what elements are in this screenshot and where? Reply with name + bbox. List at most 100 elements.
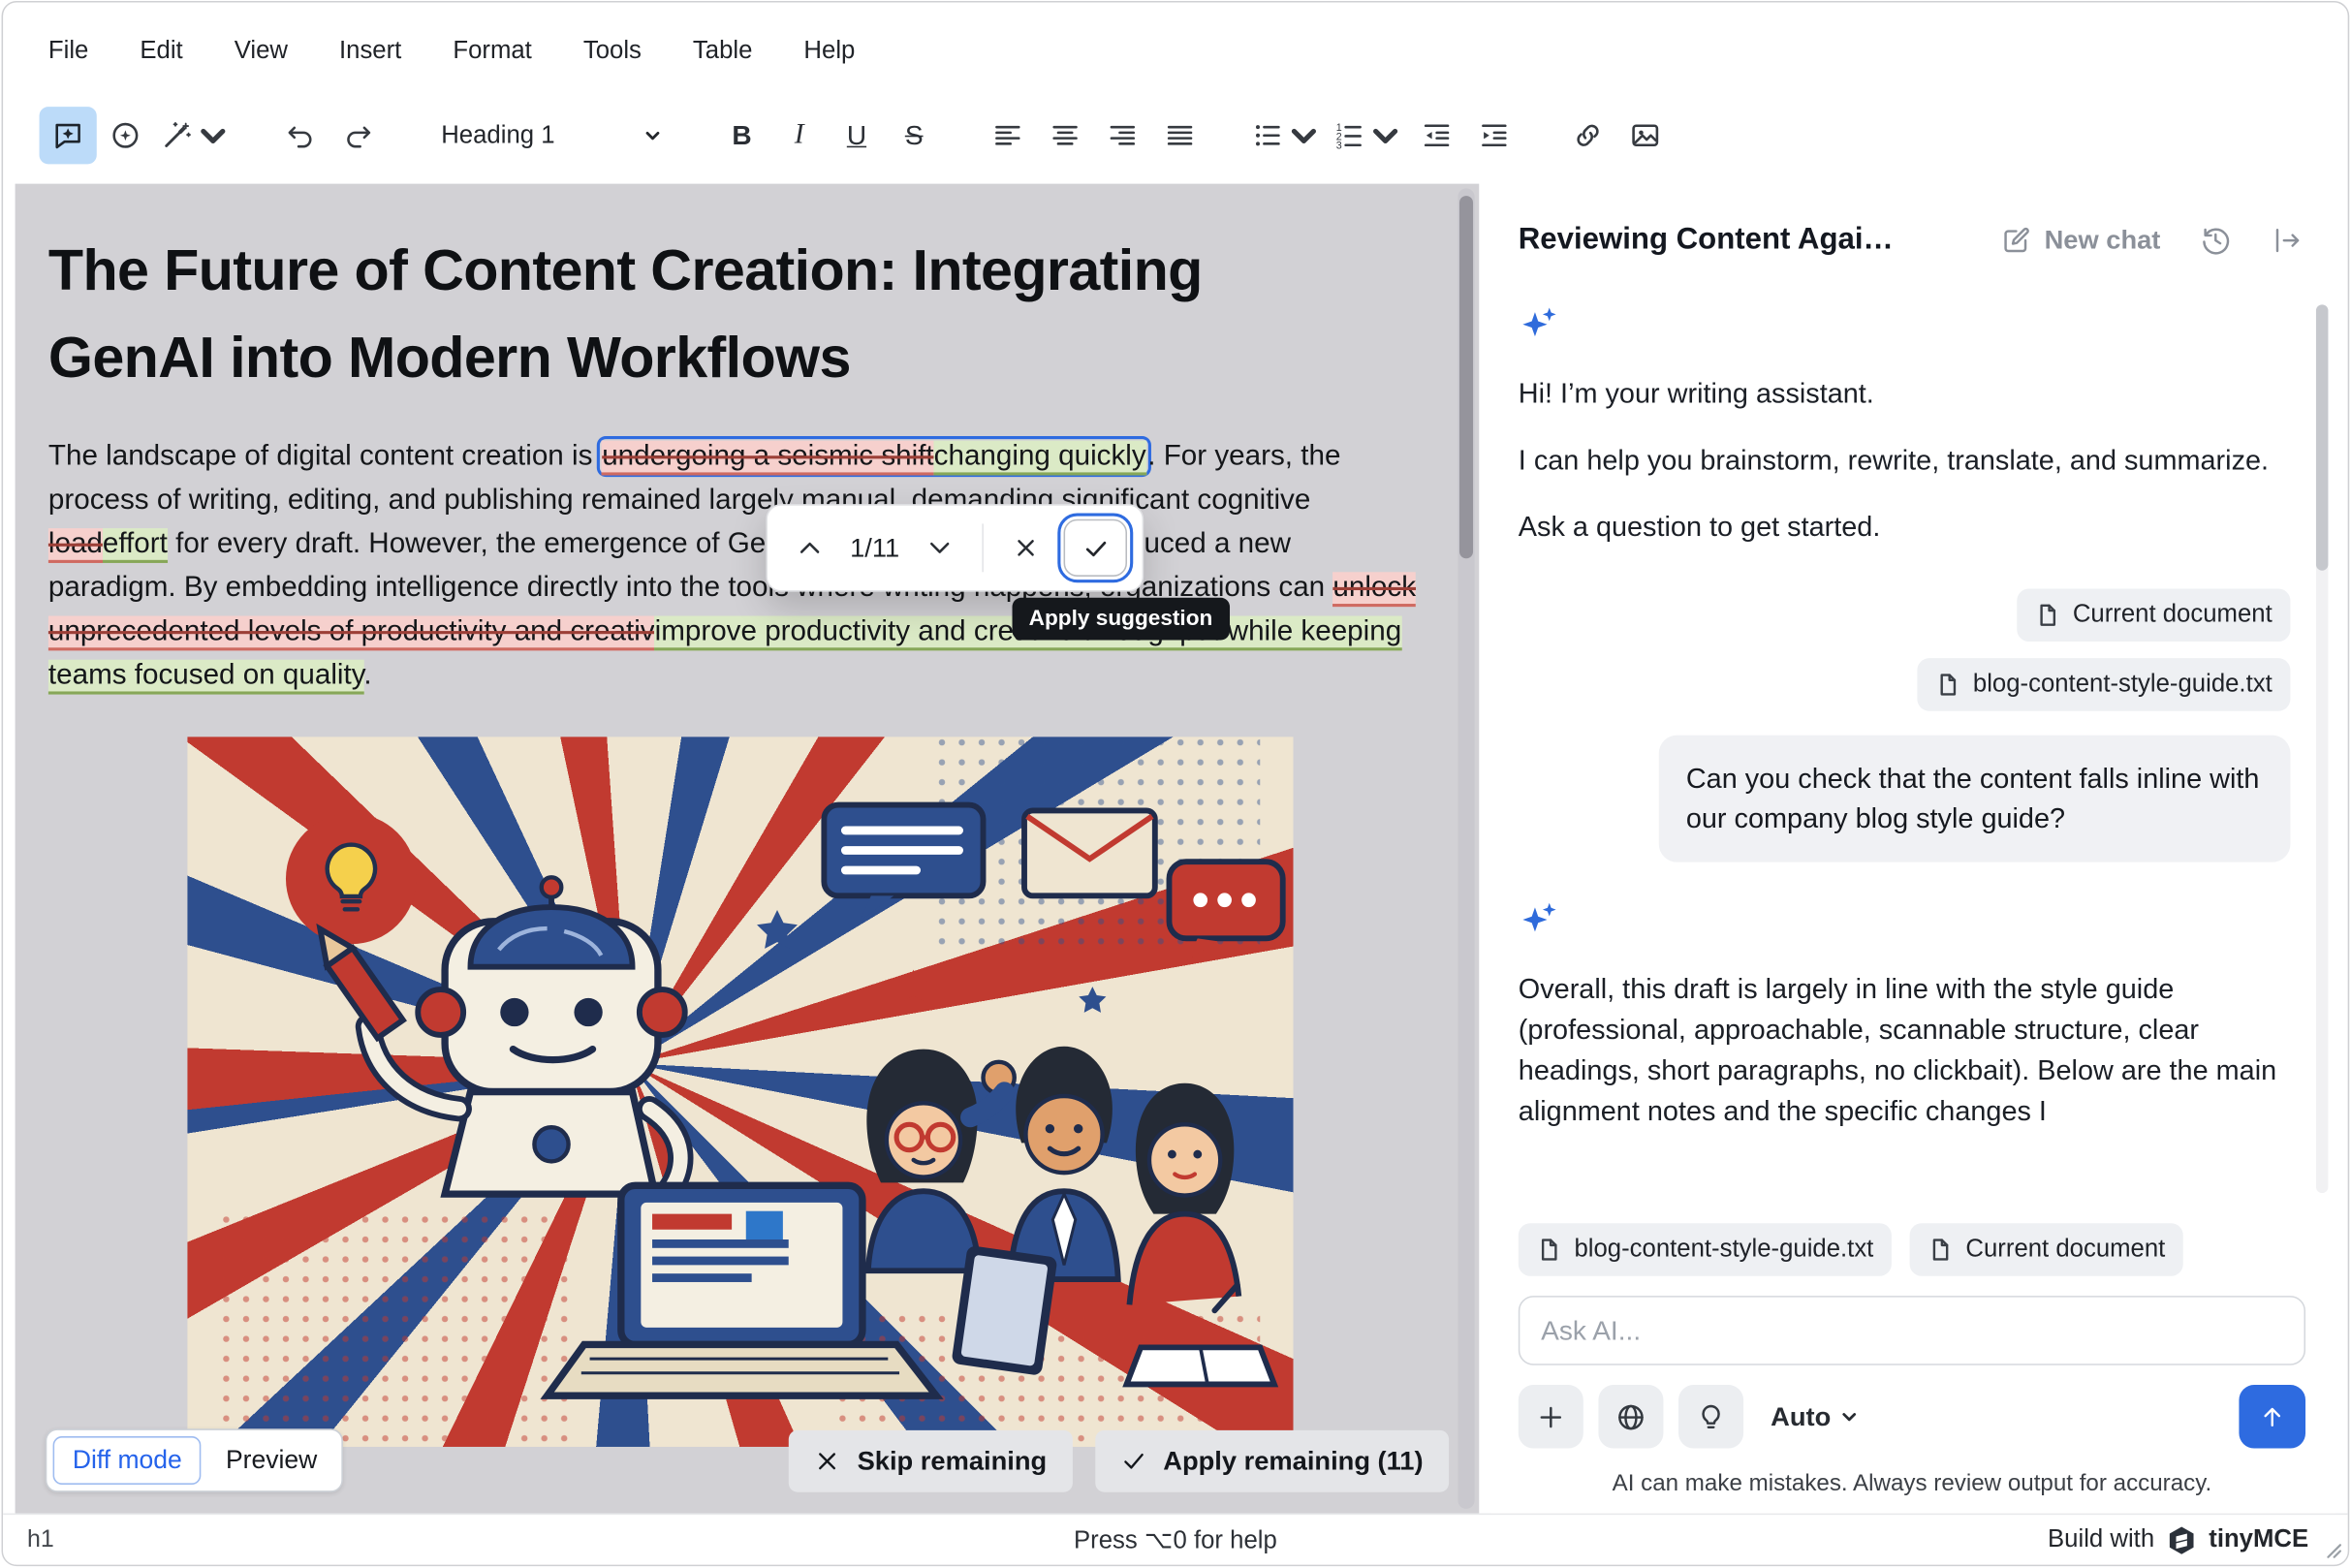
suggestion-navigator: 1/11: [766, 504, 1144, 591]
model-select[interactable]: Auto: [1771, 1400, 1858, 1432]
apply-remaining-button[interactable]: Apply remaining (11): [1095, 1429, 1449, 1491]
align-left-button[interactable]: [979, 107, 1036, 164]
reject-suggestion-button[interactable]: [998, 520, 1052, 575]
chat-scrollbar[interactable]: [2316, 304, 2328, 1193]
chip-label: Current document: [1965, 1236, 2165, 1265]
chat-composer: blog-content-style-guide.txt Current doc…: [1491, 1211, 2335, 1514]
ai-edit-button[interactable]: [154, 107, 235, 164]
menu-edit[interactable]: Edit: [140, 37, 182, 66]
next-suggestion-button[interactable]: [913, 520, 967, 575]
arrow-up-icon: [2257, 1401, 2287, 1431]
numbered-list-button[interactable]: 1 2 3: [1327, 107, 1408, 164]
diff-deletion[interactable]: undergoing a seismic shift: [602, 440, 933, 475]
ai-assistant-button[interactable]: [40, 107, 97, 164]
document-illustration[interactable]: [187, 736, 1293, 1446]
strikethrough-button[interactable]: S: [886, 107, 943, 164]
chat-scrollbar-thumb[interactable]: [2316, 304, 2328, 570]
align-center-icon: [1049, 119, 1081, 152]
block-format-select[interactable]: Heading 1: [423, 107, 677, 164]
document-title[interactable]: The Future of Content Creation: Integrat…: [48, 229, 1370, 403]
workspace: The Future of Content Creation: Integrat…: [3, 184, 2348, 1514]
chevron-down-icon: [197, 119, 230, 152]
paragraph-text: .: [363, 659, 371, 691]
brand-name: tinyMCE: [2209, 1525, 2308, 1554]
align-center-button[interactable]: [1036, 107, 1093, 164]
italic-button[interactable]: I: [770, 107, 828, 164]
tinymce-window: File Edit View Insert Format Tools Table…: [2, 1, 2350, 1566]
menu-bar: File Edit View Insert Format Tools Table…: [3, 3, 2348, 87]
send-button[interactable]: [2239, 1385, 2305, 1448]
redo-button[interactable]: [329, 107, 387, 164]
ideas-button[interactable]: [1678, 1385, 1743, 1448]
context-chip-style-guide[interactable]: blog-content-style-guide.txt: [1917, 659, 2290, 712]
menu-help[interactable]: Help: [803, 37, 855, 66]
preview-button[interactable]: Preview: [207, 1436, 335, 1485]
link-button[interactable]: [1559, 107, 1616, 164]
document-body[interactable]: The Future of Content Creation: Integrat…: [16, 184, 1480, 1447]
apply-suggestion-button[interactable]: [1064, 519, 1127, 577]
ai-assistant-panel: Reviewing Content Agai… New chat: [1491, 184, 2335, 1514]
editor-area[interactable]: The Future of Content Creation: Integrat…: [16, 184, 1480, 1514]
outdent-button[interactable]: [1408, 107, 1465, 164]
menu-table[interactable]: Table: [693, 37, 753, 66]
composer-chips: blog-content-style-guide.txt Current doc…: [1519, 1223, 2305, 1276]
document-paragraph[interactable]: The landscape of digital content creatio…: [48, 434, 1419, 697]
close-icon: [1013, 534, 1040, 561]
new-chat-button[interactable]: New chat: [2000, 225, 2160, 257]
svg-text:3: 3: [1336, 141, 1342, 152]
ask-ai-input[interactable]: [1519, 1296, 2305, 1365]
composer-chip-style-guide[interactable]: blog-content-style-guide.txt: [1519, 1223, 1892, 1276]
chat-history-button[interactable]: [2200, 225, 2232, 257]
undo-button[interactable]: [272, 107, 329, 164]
editor-scrollbar-thumb[interactable]: [1459, 196, 1473, 558]
diff-insertion[interactable]: changing quickly: [934, 440, 1146, 475]
menu-format[interactable]: Format: [453, 37, 531, 66]
chevron-down-icon: [1287, 119, 1320, 152]
align-justify-icon: [1163, 119, 1196, 152]
underline-button[interactable]: U: [828, 107, 885, 164]
document-icon: [1935, 673, 1961, 699]
chat-messages[interactable]: Hi! I’m your writing assistant. I can he…: [1491, 276, 2335, 1211]
indent-icon: [1478, 119, 1511, 152]
diff-suggestion-group[interactable]: undergoing a seismic shiftchanging quick…: [601, 438, 1148, 473]
diff-deletion[interactable]: load: [48, 527, 103, 562]
web-search-button[interactable]: [1598, 1385, 1663, 1448]
bold-button[interactable]: B: [713, 107, 770, 164]
close-panel-button[interactable]: [2271, 225, 2303, 257]
align-right-button[interactable]: [1094, 107, 1151, 164]
bullet-list-button[interactable]: [1245, 107, 1327, 164]
attach-button[interactable]: [1519, 1385, 1583, 1448]
document-icon: [1537, 1237, 1563, 1263]
divider: [982, 523, 984, 572]
lightbulb-icon: [1695, 1400, 1727, 1432]
link-icon: [1571, 119, 1604, 152]
suggestion-counter: 1/11: [841, 532, 908, 564]
build-with-label: Build with: [2048, 1525, 2154, 1554]
document-icon: [2035, 603, 2061, 629]
numbered-list-icon: 1 2 3: [1332, 119, 1365, 152]
context-chip-current-document[interactable]: Current document: [2017, 589, 2290, 643]
diff-insertion[interactable]: effort: [103, 527, 168, 562]
menu-view[interactable]: View: [235, 37, 288, 66]
composer-chip-current-document[interactable]: Current document: [1910, 1223, 2183, 1276]
diff-mode-button[interactable]: Diff mode: [53, 1436, 202, 1485]
skip-remaining-button[interactable]: Skip remaining: [789, 1429, 1072, 1491]
align-justify-button[interactable]: [1151, 107, 1208, 164]
ai-chat-icon: [51, 119, 84, 152]
apply-suggestion-tooltip: Apply suggestion: [1013, 598, 1230, 641]
indent-button[interactable]: [1465, 107, 1522, 164]
resize-grip-icon[interactable]: [2324, 1541, 2342, 1559]
assistant-message: Ask a question to get started.: [1519, 507, 2281, 548]
chevron-down-icon: [926, 534, 954, 561]
insert-image-button[interactable]: [1616, 107, 1674, 164]
previous-suggestion-button[interactable]: [783, 520, 837, 575]
editor-scrollbar[interactable]: [1458, 188, 1474, 1509]
view-mode-toggle: Diff mode Preview: [46, 1428, 343, 1491]
branding[interactable]: Build with tinyMCE: [2048, 1524, 2324, 1554]
ai-shortcuts-button[interactable]: [97, 107, 154, 164]
menu-insert[interactable]: Insert: [339, 37, 401, 66]
strikethrough-label: S: [905, 119, 924, 151]
menu-file[interactable]: File: [48, 37, 88, 66]
redo-icon: [341, 119, 374, 152]
menu-tools[interactable]: Tools: [583, 37, 642, 66]
